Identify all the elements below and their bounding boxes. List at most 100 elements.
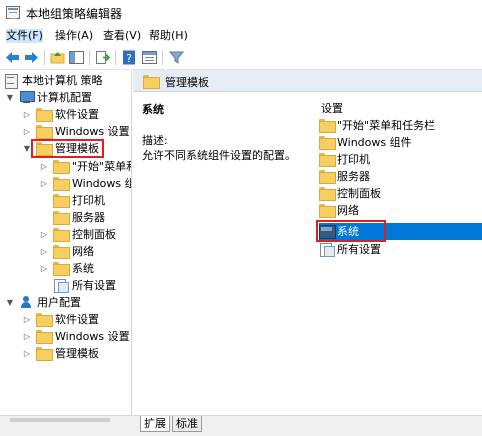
- highlight-box-system: [316, 220, 386, 242]
- menu-view[interactable]: 查看(V): [103, 29, 141, 43]
- folder-icon: [53, 177, 69, 190]
- tree-item-label: 打印机: [72, 194, 105, 207]
- tree-item-label: 系统: [72, 262, 94, 275]
- scrollbar-thumb[interactable]: [10, 418, 110, 422]
- policy-editor-icon: [6, 6, 20, 19]
- chevron-right-icon[interactable]: ▷: [39, 158, 49, 175]
- help-icon[interactable]: ?: [121, 49, 138, 66]
- title-bar: 本地组策略编辑器: [0, 0, 482, 26]
- chevron-right-icon[interactable]: ▷: [22, 123, 32, 140]
- tree-item-label: 所有设置: [72, 279, 116, 292]
- tree-item-user-config[interactable]: ▼ 用户配置: [5, 294, 131, 311]
- tree-item-label: 用户配置: [37, 296, 81, 309]
- settings-column-header[interactable]: 设置: [321, 100, 343, 116]
- tree-item-windows-components[interactable]: ▷ Windows 组件: [39, 175, 131, 192]
- list-item-network[interactable]: 网络: [319, 202, 482, 219]
- folder-icon: [53, 245, 69, 258]
- highlight-box-admin-templates: [31, 139, 104, 158]
- tree-item-computer-config[interactable]: ▼ 计算机配置: [5, 89, 131, 106]
- tree-item-control-panel[interactable]: ▷ 控制面板: [39, 226, 131, 243]
- computer-icon: [19, 91, 35, 104]
- list-item-control-panel[interactable]: 控制面板: [319, 185, 482, 202]
- chevron-right-icon[interactable]: ▷: [39, 226, 49, 243]
- details-pane: 管理模板 系统 描述: 允许不同系统组件设置的配置。 设置 "开始"菜单和任务栏…: [133, 70, 482, 415]
- window-title: 本地组策略编辑器: [26, 7, 123, 21]
- tree-item-start-menu[interactable]: ▷ "开始"菜单和: [39, 158, 132, 175]
- chevron-right-icon[interactable]: ▷: [39, 243, 49, 260]
- tree-item-label: 软件设置: [55, 108, 99, 121]
- tree-item-windows-settings[interactable]: ▷ Windows 设置: [22, 123, 131, 140]
- tree-item-system[interactable]: ▷ 系统: [39, 260, 131, 277]
- list-item-windows-components[interactable]: Windows 组件: [319, 134, 482, 151]
- toolbar: ?: [0, 46, 482, 70]
- chevron-right-icon[interactable]: ▷: [22, 345, 32, 362]
- tree-item-user-software-settings[interactable]: ▷ 软件设置: [22, 311, 131, 328]
- chevron-right-icon[interactable]: ▷: [39, 260, 49, 277]
- list-item-label: Windows 组件: [337, 136, 412, 149]
- folder-icon: [36, 125, 52, 138]
- menu-help[interactable]: 帮助(H): [149, 29, 188, 43]
- tree-item-software-settings[interactable]: ▷ 软件设置: [22, 106, 131, 123]
- description-text: 允许不同系统组件设置的配置。: [142, 149, 296, 162]
- list-item-label: 打印机: [337, 153, 370, 166]
- list-item-start-menu[interactable]: "开始"菜单和任务栏: [319, 117, 482, 134]
- forward-arrow-icon[interactable]: [23, 49, 40, 66]
- folder-icon: [53, 211, 69, 224]
- folder-icon: [36, 347, 52, 360]
- properties-icon[interactable]: [141, 49, 158, 66]
- tree-item-label: 管理模板: [55, 347, 99, 360]
- list-item-printers[interactable]: 打印机: [319, 151, 482, 168]
- export-list-icon[interactable]: [94, 49, 111, 66]
- tree-item-all-settings[interactable]: 所有设置: [39, 277, 131, 294]
- folder-icon: [53, 228, 69, 241]
- filter-icon[interactable]: [168, 49, 185, 66]
- tree-item-user-windows-settings[interactable]: ▷ Windows 设置: [22, 328, 131, 345]
- svg-text:?: ?: [126, 52, 132, 65]
- back-arrow-icon[interactable]: [4, 49, 21, 66]
- tree-item-server[interactable]: 服务器: [39, 209, 131, 226]
- up-folder-icon[interactable]: [49, 49, 66, 66]
- horizontal-scrollbar[interactable]: [0, 416, 132, 423]
- menu-bar: 文件(F) 操作(A) 查看(V) 帮助(H): [0, 26, 482, 46]
- folder-icon: [53, 262, 69, 275]
- list-item-label: 所有设置: [337, 243, 381, 256]
- list-item-server[interactable]: 服务器: [319, 168, 482, 185]
- tree-item-label: 控制面板: [72, 228, 116, 241]
- tree-item-label: 网络: [72, 245, 94, 258]
- tree-item-network[interactable]: ▷ 网络: [39, 243, 131, 260]
- tree-item-label: Windows 设置: [55, 330, 130, 343]
- folder-icon: [36, 313, 52, 326]
- user-icon: [19, 296, 35, 309]
- tree-item-user-admin-templates[interactable]: ▷ 管理模板: [22, 345, 131, 362]
- tree-item-label: Windows 组件: [72, 177, 131, 190]
- list-item-all-settings[interactable]: 所有设置: [319, 241, 482, 258]
- chevron-right-icon[interactable]: ▷: [22, 106, 32, 123]
- description-title: 系统: [142, 103, 164, 116]
- toolbar-separator: [89, 50, 90, 65]
- menu-action[interactable]: 操作(A): [55, 29, 93, 43]
- list-item-label: 控制面板: [337, 187, 381, 200]
- show-hide-tree-icon[interactable]: [68, 49, 85, 66]
- chevron-right-icon[interactable]: ▷: [39, 175, 49, 192]
- tree-item-printers[interactable]: 打印机: [39, 192, 131, 209]
- chevron-right-icon[interactable]: ▷: [22, 311, 32, 328]
- menu-file[interactable]: 文件(F): [6, 29, 43, 43]
- chevron-down-icon[interactable]: ▼: [5, 294, 15, 311]
- toolbar-separator: [115, 50, 116, 65]
- description-label: 描述:: [142, 134, 168, 147]
- tree-item-label: "开始"菜单和: [72, 160, 132, 173]
- list-item-label: 服务器: [337, 170, 370, 183]
- folder-icon: [36, 330, 52, 343]
- folder-icon: [53, 160, 69, 173]
- chevron-right-icon[interactable]: ▷: [22, 328, 32, 345]
- tree-item-label: Windows 设置: [55, 125, 130, 138]
- tree-item-label: 本地计算机 策略: [22, 74, 103, 87]
- tree-item-local-computer-policy[interactable]: 本地计算机 策略: [1, 72, 131, 89]
- folder-icon: [53, 194, 69, 207]
- status-bar: 扩展 标准: [0, 415, 482, 436]
- chevron-down-icon[interactable]: ▼: [5, 89, 15, 106]
- tab-extended[interactable]: 扩展: [140, 416, 170, 432]
- tree-item-label: 软件设置: [55, 313, 99, 326]
- all-settings-icon: [53, 279, 69, 292]
- tab-standard[interactable]: 标准: [172, 416, 202, 432]
